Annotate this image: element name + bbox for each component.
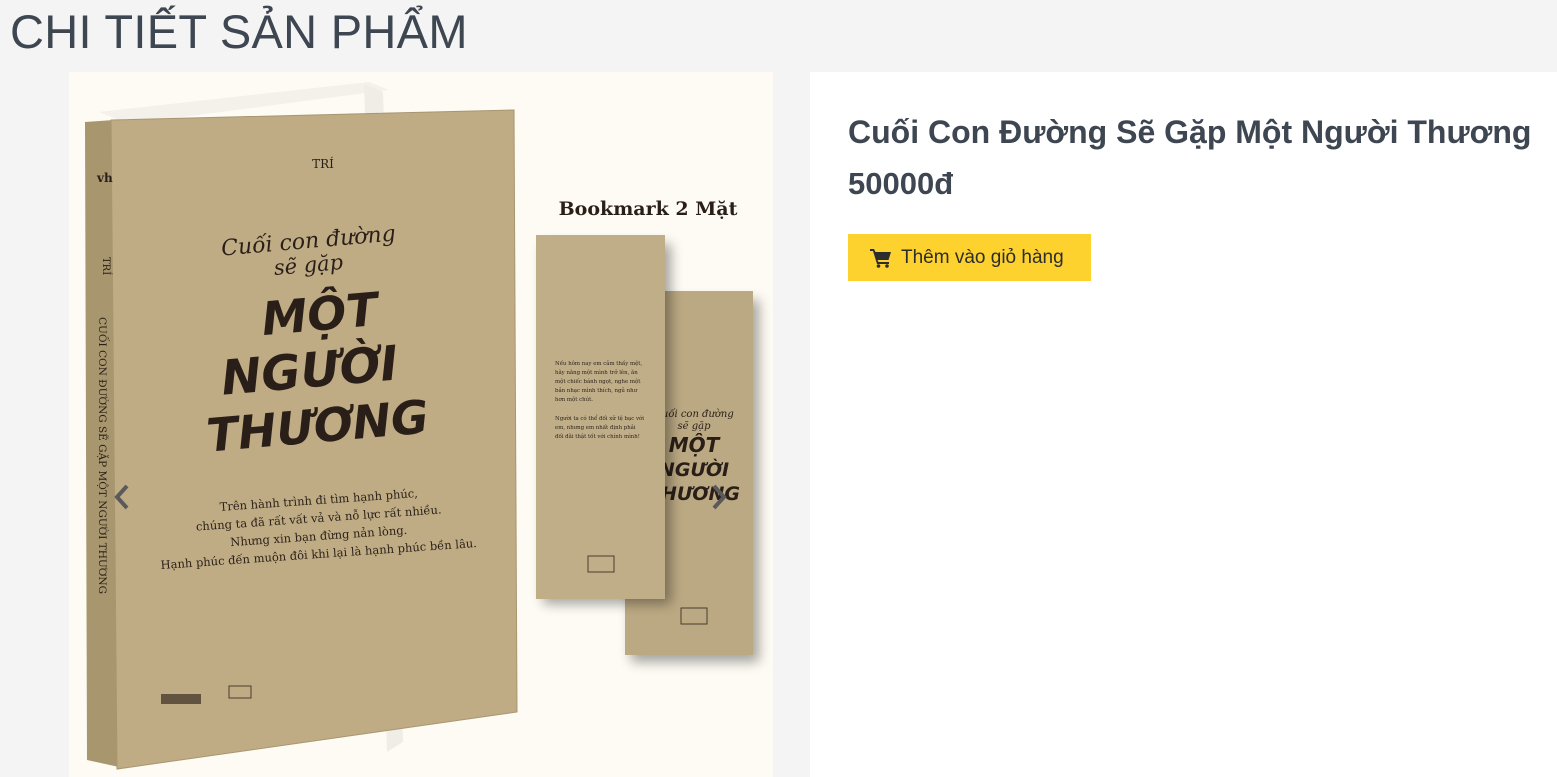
bookmark-line-7: em, nhưng em nhất định phải [555, 424, 636, 431]
spine-author: TRÍ [100, 257, 112, 275]
page-title: CHI TIẾT SẢN PHẨM [10, 5, 468, 58]
publisher-logo [161, 694, 201, 704]
bookmark-back-title-3: MỘT [669, 433, 721, 457]
add-to-cart-button[interactable]: Thêm vào giỏ hàng [848, 234, 1091, 281]
cart-icon [870, 248, 892, 268]
spine-title: CUỐI CON ĐƯỜNG SẼ GẶP MỘT NGƯỜI THƯƠNG [96, 317, 111, 594]
spine-logo: vh [96, 171, 113, 185]
product-price: 50000đ [848, 166, 954, 201]
bookmark-line-2: hãy nằng một mình trở lên, ăn [555, 369, 638, 376]
product-image-gallery: vh TRÍ CUỐI CON ĐƯỜNG SẼ GẶP MỘT NGƯỜI T… [69, 72, 773, 777]
gallery-next-button[interactable] [706, 480, 732, 514]
chevron-left-icon [114, 484, 129, 510]
bookmark-line-3: một chiếc bánh ngọt, nghe một [555, 378, 641, 385]
product-image: vh TRÍ CUỐI CON ĐƯỜNG SẼ GẶP MỘT NGƯỜI T… [85, 82, 759, 770]
product-name: Cuối Con Đường Sẽ Gặp Một Người Thương [848, 114, 1532, 150]
chevron-right-icon [712, 484, 727, 510]
cover-author: TRÍ [312, 156, 334, 171]
bookmark-line-5: hơn một chút. [555, 396, 593, 403]
add-to-cart-label: Thêm vào giỏ hàng [901, 246, 1064, 268]
bookmark-line-8: đối đãi thật tốt với chính mình! [555, 433, 640, 440]
bookmark-line-6: Người ta có thể đối xử tệ bạc với [555, 415, 644, 422]
bookmark-heading: Bookmark 2 Mặt [559, 198, 738, 220]
bookmark-line-1: Nếu hôm nay em cảm thấy mệt, [555, 360, 642, 367]
bookmark-back-title-2: sẽ gặp [678, 421, 712, 432]
gallery-prev-button[interactable] [109, 480, 135, 514]
bookmark-line-4: bản nhạc mình thích, ngủ như [555, 387, 638, 394]
cover-title-big-1: MỘT [259, 282, 383, 346]
product-info-panel: Cuối Con Đường Sẽ Gặp Một Người Thương 5… [810, 72, 1557, 777]
